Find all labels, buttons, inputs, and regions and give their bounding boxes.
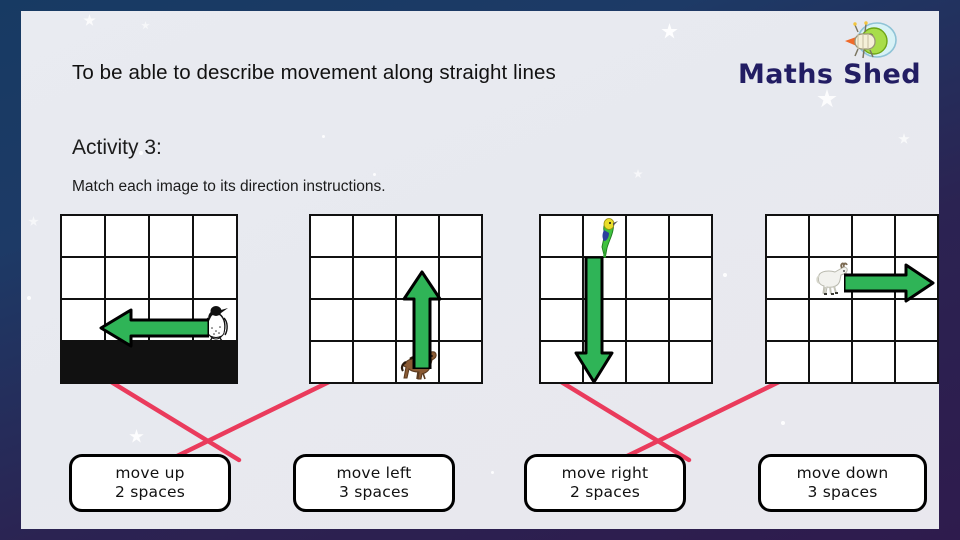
grid-cell[interactable] [852,215,895,257]
page-title: To be able to describe movement along st… [72,61,556,84]
grid-cell[interactable] [439,299,482,341]
grid-cell[interactable] [353,215,396,257]
star-decoration [129,429,144,443]
grid-cell[interactable] [61,215,105,257]
grid-cell[interactable] [766,299,809,341]
grid-cell[interactable] [766,257,809,299]
grid-cell[interactable] [809,299,852,341]
grid-cell[interactable] [669,257,712,299]
grid-cell[interactable] [895,215,938,257]
grid-cell[interactable] [149,257,193,299]
grid-cell[interactable] [809,341,852,383]
activity-heading: Activity 3: [72,136,162,159]
grid-cell[interactable] [669,341,712,383]
answer-box-1[interactable]: move up 2 spaces [69,454,231,512]
brand-logo: Maths Shed [738,21,921,90]
grid-cell[interactable] [626,215,669,257]
star-decoration [661,23,678,39]
star-decoration [633,169,643,179]
star-dot [723,273,727,277]
grid-cell[interactable] [310,299,353,341]
star-dot [27,296,31,300]
grid-cell[interactable] [193,215,237,257]
grid-cell[interactable] [626,299,669,341]
grid-cell[interactable] [540,215,583,257]
connector-grid3-box4 [555,377,692,463]
grid-cell[interactable] [310,215,353,257]
grid-cell[interactable] [895,341,938,383]
grid-cell[interactable] [105,215,149,257]
star-dot [491,471,494,474]
grid-cell[interactable] [852,299,895,341]
grid-cell[interactable] [353,341,396,383]
answer-line-1: move down [796,463,889,482]
grid-cell[interactable] [852,341,895,383]
star-decoration [898,133,910,144]
star-dot [322,135,325,138]
star-decoration [28,216,39,227]
answer-line-2: 3 spaces [339,483,409,501]
grid-cell[interactable] [310,341,353,383]
star-decoration [141,21,150,30]
arrow-up-grid-2 [401,269,443,371]
answer-box-2[interactable]: move left 3 spaces [293,454,455,512]
grid-cell[interactable] [396,215,439,257]
grid-cell[interactable] [439,215,482,257]
arrow-right-grid-4 [842,263,936,303]
connector-grid4-box3 [616,377,786,463]
grid-cell[interactable] [105,257,149,299]
answer-line-2: 2 spaces [570,483,640,501]
star-dot [373,173,376,176]
answer-line-2: 2 spaces [115,483,185,501]
answer-line-1: move up [115,463,185,482]
grid-cell[interactable] [439,341,482,383]
answer-line-2: 3 spaces [807,483,878,501]
grid-cell[interactable] [439,257,482,299]
rocket-bug-logo-icon [825,19,899,67]
grid-cell[interactable] [61,257,105,299]
grid-cell[interactable] [353,257,396,299]
grid-cell[interactable] [353,299,396,341]
connector-grid2-box1 [166,377,336,463]
answer-box-4[interactable]: move down 3 spaces [758,454,927,512]
star-decoration [83,14,96,26]
grid-cell[interactable] [766,341,809,383]
arrow-left-grid-1 [97,308,211,348]
arrow-down-grid-3 [573,255,615,385]
grid-cell[interactable] [626,341,669,383]
slide-canvas: To be able to describe movement along st… [21,11,939,529]
grid-cell[interactable] [193,257,237,299]
grid-cell[interactable] [895,299,938,341]
grid-3[interactable] [539,214,713,384]
grid-cell[interactable] [669,299,712,341]
grid-1[interactable] [60,214,238,384]
grid-cell-parrot[interactable] [583,215,626,259]
activity-instruction: Match each image to its direction instru… [72,178,386,195]
star-decoration [817,89,837,108]
answer-line-1: move right [561,463,649,482]
grid-2[interactable] [309,214,483,384]
grid-cell[interactable] [809,215,852,257]
answer-box-3[interactable]: move right 2 spaces [524,454,686,512]
connector-grid1-box2 [105,377,242,463]
grid-cell[interactable] [310,257,353,299]
grid-cell[interactable] [626,257,669,299]
grid-cell[interactable] [149,215,193,257]
star-dot [781,421,785,425]
grid-cell[interactable] [669,215,712,257]
answer-line-1: move left [336,463,412,482]
grid-cell[interactable] [766,215,809,257]
parrot-icon [601,217,618,259]
